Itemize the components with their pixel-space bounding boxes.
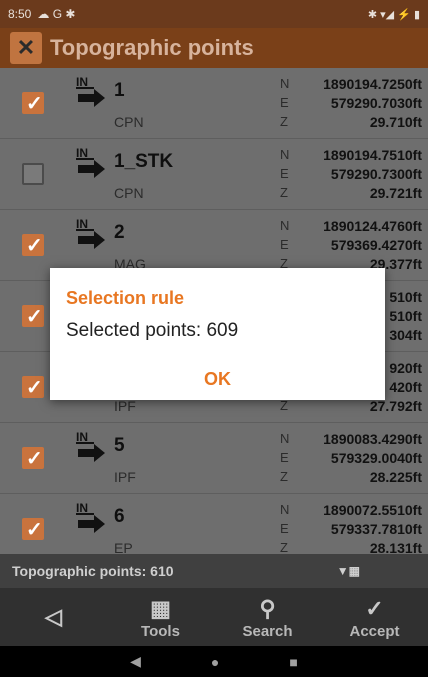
easting-value: 579290.7300ft	[330, 166, 422, 182]
select-checkbox[interactable]	[22, 91, 44, 116]
app-bar: ✕ Topographic points	[0, 28, 428, 68]
svg-text:IN: IN	[76, 75, 88, 89]
list-item[interactable]: IN 1_STK CPN N E Z 1890194.7510ft 579290…	[0, 139, 428, 210]
label-e: E	[280, 95, 289, 110]
elevation-value: 28.131ft	[369, 540, 422, 554]
point-name: 1_STK	[114, 151, 174, 172]
point-code: CPN	[114, 185, 144, 201]
northing-value: 1890083.4290ft	[323, 431, 422, 447]
label-e: E	[280, 450, 289, 465]
label-n: N	[280, 218, 290, 233]
easting-value: 579290.7030ft	[330, 95, 422, 111]
label-z: Z	[280, 114, 288, 129]
dialog-ok-button[interactable]: OK	[50, 369, 385, 390]
search-icon: ⚲	[259, 595, 276, 621]
label-z: Z	[280, 469, 288, 484]
svg-text:IN: IN	[76, 146, 88, 160]
select-checkbox[interactable]	[22, 163, 44, 185]
northing-value: 1890194.7510ft	[323, 147, 422, 163]
easting-value: 510ft	[389, 308, 422, 324]
system-nav-bar: ◀ ● ■	[0, 646, 428, 677]
status-left-icons: ☁ G ✱	[37, 7, 76, 21]
list-item[interactable]: IN 6 EP N E Z 1890072.5510ft 579337.7810…	[0, 494, 428, 554]
select-checkbox[interactable]	[22, 304, 44, 329]
point-code: EP	[114, 540, 133, 554]
easting-value: 579369.4270ft	[330, 237, 422, 253]
northing-value: 920ft	[389, 360, 422, 376]
label-n: N	[280, 147, 290, 162]
label-e: E	[280, 237, 289, 252]
point-name: 1	[114, 80, 125, 101]
nav-back-icon[interactable]: ◀	[130, 653, 141, 670]
filter-calendar-icon[interactable]: ▼▦	[337, 564, 360, 578]
dialog-title: Selection rule	[66, 288, 185, 308]
input-point-icon: IN	[76, 430, 105, 462]
select-checkbox[interactable]	[22, 375, 44, 400]
list-item[interactable]: IN 1 CPN N E Z 1890194.7250ft 579290.703…	[0, 68, 428, 139]
accept-label: Accept	[349, 622, 400, 640]
label-n: N	[280, 76, 290, 91]
page-title: Topographic points	[50, 35, 254, 60]
svg-text:IN: IN	[76, 217, 88, 231]
elevation-value: 29.710ft	[369, 114, 422, 130]
input-point-icon: IN	[76, 217, 105, 249]
label-e: E	[280, 521, 289, 536]
dialog-message: Selected points: 609	[66, 320, 239, 341]
nav-home-icon[interactable]: ●	[211, 654, 219, 670]
elevation-value: 28.225ft	[369, 469, 422, 485]
easting-value: 420ft	[389, 379, 422, 395]
easting-value: 579329.0040ft	[330, 450, 422, 466]
grid-icon: ▦	[150, 595, 171, 621]
elevation-value: 304ft	[389, 327, 422, 343]
label-z: Z	[280, 398, 288, 413]
select-checkbox[interactable]	[22, 233, 44, 258]
point-name: 6	[114, 506, 125, 527]
northing-value: 1890124.4760ft	[323, 218, 422, 234]
app-logo-icon[interactable]: ✕	[10, 32, 42, 64]
select-checkbox[interactable]	[22, 517, 44, 542]
label-z: Z	[280, 540, 288, 554]
svg-text:IN: IN	[76, 430, 88, 444]
select-checkbox[interactable]	[22, 446, 44, 471]
points-count: Topographic points: 610	[12, 563, 174, 579]
status-bar: 8:50 ☁ G ✱ ✱ ▾◢ ⚡ ▮	[0, 0, 428, 28]
search-label: Search	[242, 622, 293, 640]
svg-text:IN: IN	[76, 501, 88, 515]
northing-value: 1890072.5510ft	[323, 502, 422, 518]
selection-rule-dialog: Selection rule Selected points: 609 OK	[50, 268, 385, 400]
point-code: IPF	[114, 398, 136, 414]
status-right-icons: ✱ ▾◢ ⚡ ▮	[367, 8, 420, 21]
point-code: IPF	[114, 469, 136, 485]
point-name: 5	[114, 435, 125, 456]
back-arrow-icon: ◁	[45, 604, 62, 629]
label-e: E	[280, 166, 289, 181]
nav-recents-icon[interactable]: ■	[289, 654, 297, 670]
input-point-icon: IN	[76, 75, 105, 107]
accept-button[interactable]: ✓ Accept	[321, 588, 428, 646]
elevation-value: 27.792ft	[369, 398, 422, 414]
status-time: 8:50	[8, 7, 32, 21]
point-code: CPN	[114, 114, 144, 130]
label-n: N	[280, 431, 290, 446]
input-point-icon: IN	[76, 146, 105, 178]
northing-value: 510ft	[389, 289, 422, 305]
bottom-toolbar: ◁ ▦ Tools ⚲ Search ✓ Accept	[0, 588, 428, 646]
tools-button[interactable]: ▦ Tools	[107, 588, 214, 646]
elevation-value: 29.721ft	[369, 185, 422, 201]
easting-value: 579337.7810ft	[330, 521, 422, 537]
label-n: N	[280, 502, 290, 517]
northing-value: 1890194.7250ft	[323, 76, 422, 92]
label-z: Z	[280, 185, 288, 200]
input-point-icon: IN	[76, 501, 105, 533]
tools-label: Tools	[141, 622, 180, 640]
back-button[interactable]: ◁	[0, 588, 107, 646]
point-name: 2	[114, 222, 125, 243]
check-icon: ✓	[365, 595, 384, 621]
search-button[interactable]: ⚲ Search	[214, 588, 321, 646]
points-count-bar: Topographic points: 610 ▼▦	[0, 554, 428, 588]
list-item[interactable]: IN 5 IPF N E Z 1890083.4290ft 579329.004…	[0, 423, 428, 494]
